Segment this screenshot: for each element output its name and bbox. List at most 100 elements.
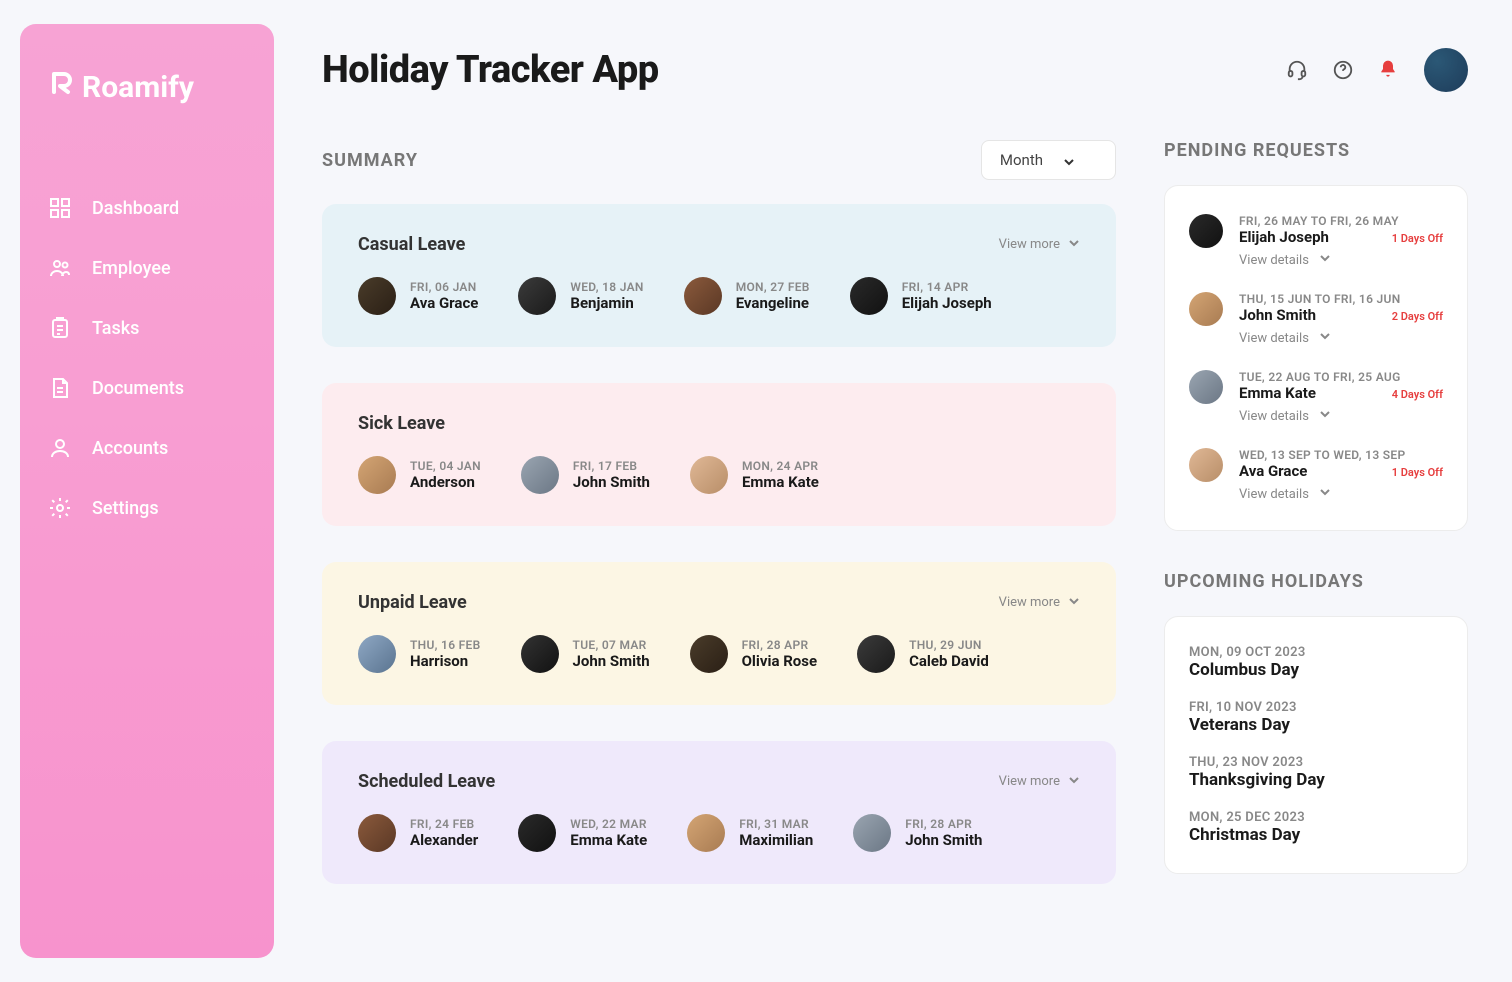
employee-name: Caleb David: [909, 652, 989, 670]
holiday-date: MON, 09 OCT 2023: [1189, 645, 1443, 660]
view-details-link[interactable]: View details: [1239, 486, 1443, 502]
sidebar-item-settings[interactable]: Settings: [48, 478, 246, 538]
user-avatar[interactable]: [1424, 48, 1468, 92]
pending-request-item: FRI, 26 MAY TO FRI, 26 MAY Elijah Joseph…: [1189, 214, 1443, 268]
employee-avatar: [1189, 292, 1223, 326]
leave-entries-row: FRI, 06 JAN Ava Grace WED, 18 JAN Benjam…: [358, 277, 1080, 315]
request-dates: TUE, 22 AUG TO FRI, 25 AUG: [1239, 370, 1443, 384]
pending-request-item: THU, 15 JUN TO FRI, 16 JUN John Smith 2 …: [1189, 292, 1443, 346]
leave-date: WED, 22 MAR: [570, 817, 647, 831]
view-more-link[interactable]: View more: [999, 237, 1080, 253]
employee-avatar: [358, 635, 396, 673]
employee-avatar: [358, 814, 396, 852]
upcoming-holidays-panel: MON, 09 OCT 2023 Columbus DayFRI, 10 NOV…: [1164, 616, 1468, 874]
notifications-icon[interactable]: [1378, 59, 1400, 81]
employee-name: Olivia Rose: [742, 652, 817, 670]
leave-date: FRI, 28 APR: [905, 817, 982, 831]
employee-name: Emma Kate: [742, 473, 819, 491]
leave-entry[interactable]: FRI, 17 FEB John Smith: [521, 456, 650, 494]
days-off-badge: 2 Days Off: [1392, 310, 1443, 323]
sidebar-item-dashboard[interactable]: Dashboard: [48, 178, 246, 238]
user-icon: [48, 436, 72, 460]
view-details-label: View details: [1239, 487, 1309, 502]
leave-card-title: Sick Leave: [358, 413, 445, 434]
leave-date: THU, 16 FEB: [410, 638, 481, 652]
leave-entries-row: THU, 16 FEB Harrison TUE, 07 MAR John Sm…: [358, 635, 1080, 673]
leave-card: Scheduled Leave View more FRI, 24 FEB Al…: [322, 741, 1116, 884]
help-icon[interactable]: [1332, 59, 1354, 81]
view-details-label: View details: [1239, 331, 1309, 346]
view-details-link[interactable]: View details: [1239, 408, 1443, 424]
employee-name: Benjamin: [570, 294, 643, 312]
brand-logo[interactable]: Roamify: [48, 68, 246, 106]
view-details-link[interactable]: View details: [1239, 252, 1443, 268]
topbar: Holiday Tracker App: [322, 48, 1468, 92]
employee-avatar: [1189, 370, 1223, 404]
employee-avatar: [358, 456, 396, 494]
chevron-down-icon: [1068, 595, 1080, 611]
days-off-badge: 1 Days Off: [1392, 466, 1443, 479]
leave-entry[interactable]: THU, 29 JUN Caleb David: [857, 635, 989, 673]
employee-avatar: [687, 814, 725, 852]
leave-entry[interactable]: FRI, 28 APR John Smith: [853, 814, 982, 852]
leave-entry[interactable]: FRI, 14 APR Elijah Joseph: [850, 277, 992, 315]
leave-date: TUE, 04 JAN: [410, 459, 481, 473]
sidebar-item-label: Settings: [92, 498, 159, 519]
leave-entry[interactable]: TUE, 04 JAN Anderson: [358, 456, 481, 494]
employee-avatar: [518, 277, 556, 315]
leave-entry[interactable]: THU, 16 FEB Harrison: [358, 635, 481, 673]
leave-date: THU, 29 JUN: [909, 638, 989, 652]
period-filter-select[interactable]: Month: [981, 140, 1116, 180]
employee-avatar: [358, 277, 396, 315]
leave-date: FRI, 24 FEB: [410, 817, 478, 831]
view-more-link[interactable]: View more: [999, 595, 1080, 611]
employee-name: Elijah Joseph: [902, 294, 992, 312]
leave-card: Casual Leave View more FRI, 06 JAN Ava G…: [322, 204, 1116, 347]
employee-name: Ava Grace: [1239, 462, 1307, 480]
employee-name: Ava Grace: [410, 294, 478, 312]
employee-name: Alexander: [410, 831, 478, 849]
top-actions: [1286, 48, 1468, 92]
employee-avatar: [857, 635, 895, 673]
view-more-label: View more: [999, 774, 1060, 789]
gear-icon: [48, 496, 72, 520]
page-title: Holiday Tracker App: [322, 48, 659, 92]
chevron-down-icon: [1068, 774, 1080, 790]
summary-label: SUMMARY: [322, 150, 418, 171]
leave-entry[interactable]: TUE, 07 MAR John Smith: [521, 635, 650, 673]
leave-entry[interactable]: FRI, 28 APR Olivia Rose: [690, 635, 817, 673]
sidebar-item-employee[interactable]: Employee: [48, 238, 246, 298]
leave-entry[interactable]: FRI, 31 MAR Maximilian: [687, 814, 813, 852]
support-icon[interactable]: [1286, 59, 1308, 81]
leave-entry[interactable]: WED, 22 MAR Emma Kate: [518, 814, 647, 852]
sidebar-item-label: Employee: [92, 258, 171, 279]
sidebar-item-tasks[interactable]: Tasks: [48, 298, 246, 358]
sidebar-item-documents[interactable]: Documents: [48, 358, 246, 418]
dashboard-icon: [48, 196, 72, 220]
leave-entry[interactable]: MON, 24 APR Emma Kate: [690, 456, 819, 494]
days-off-badge: 4 Days Off: [1392, 388, 1443, 401]
leave-entry[interactable]: WED, 18 JAN Benjamin: [518, 277, 643, 315]
request-dates: THU, 15 JUN TO FRI, 16 JUN: [1239, 292, 1443, 306]
nav-list: Dashboard Employee Tasks Documents: [48, 178, 246, 538]
leave-entry[interactable]: FRI, 24 FEB Alexander: [358, 814, 478, 852]
employee-avatar: [1189, 448, 1223, 482]
sidebar-item-label: Accounts: [92, 438, 168, 459]
leave-date: FRI, 17 FEB: [573, 459, 650, 473]
employee-avatar: [684, 277, 722, 315]
view-details-link[interactable]: View details: [1239, 330, 1443, 346]
leave-date: FRI, 14 APR: [902, 280, 992, 294]
leave-entry[interactable]: MON, 27 FEB Evangeline: [684, 277, 810, 315]
users-icon: [48, 256, 72, 280]
holiday-item: THU, 23 NOV 2023 Thanksgiving Day: [1189, 755, 1443, 790]
view-more-link[interactable]: View more: [999, 774, 1080, 790]
leave-card-title: Unpaid Leave: [358, 592, 467, 613]
leave-entry[interactable]: FRI, 06 JAN Ava Grace: [358, 277, 478, 315]
view-details-label: View details: [1239, 409, 1309, 424]
holiday-name: Columbus Day: [1189, 660, 1443, 680]
view-more-label: View more: [999, 237, 1060, 252]
employee-avatar: [850, 277, 888, 315]
document-icon: [48, 376, 72, 400]
sidebar-item-accounts[interactable]: Accounts: [48, 418, 246, 478]
holiday-name: Christmas Day: [1189, 825, 1443, 845]
